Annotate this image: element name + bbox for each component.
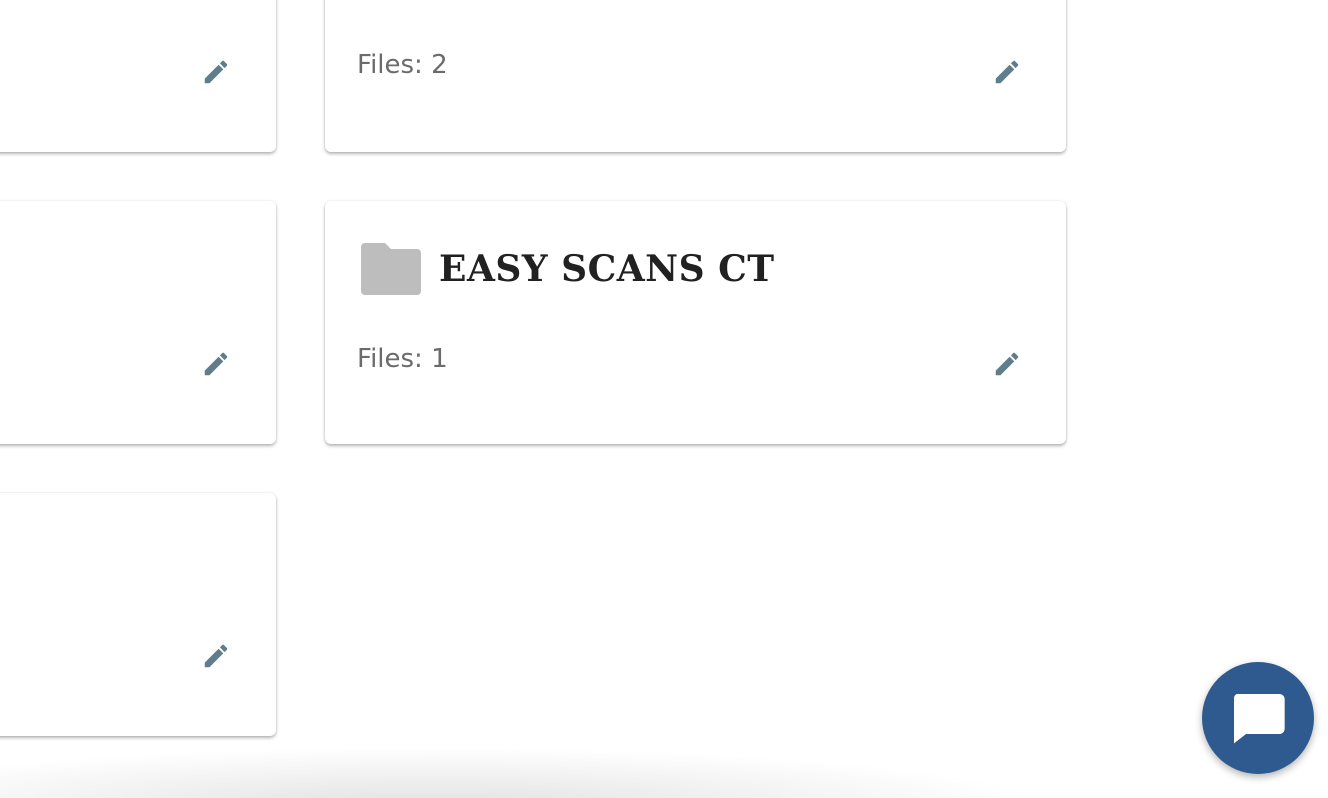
bottom-shadow xyxy=(0,728,1060,798)
chat-bubble-icon xyxy=(1233,694,1285,744)
edit-folder-button[interactable] xyxy=(196,636,236,676)
folder-icon xyxy=(361,243,421,295)
folder-card[interactable]: Files: 2 xyxy=(325,0,1066,152)
pencil-icon xyxy=(995,352,1019,376)
pencil-icon xyxy=(995,60,1019,84)
edit-folder-button[interactable] xyxy=(196,344,236,384)
file-count: Files: 2 xyxy=(357,50,448,80)
file-count: Files: 1 xyxy=(357,344,448,374)
edit-folder-button[interactable] xyxy=(196,52,236,92)
pencil-icon xyxy=(204,352,228,376)
edit-folder-button[interactable] xyxy=(987,344,1027,384)
folder-card[interactable] xyxy=(0,0,276,152)
folder-card[interactable] xyxy=(0,493,276,736)
pencil-icon xyxy=(204,60,228,84)
chat-button[interactable] xyxy=(1202,662,1314,774)
folder-header: EASY SCANS CT xyxy=(361,243,775,295)
folder-card[interactable]: EASY SCANS CT Files: 1 xyxy=(325,201,1066,444)
pencil-icon xyxy=(204,644,228,668)
edit-folder-button[interactable] xyxy=(987,52,1027,92)
folder-title: EASY SCANS CT xyxy=(439,248,775,290)
folder-card[interactable] xyxy=(0,201,276,444)
